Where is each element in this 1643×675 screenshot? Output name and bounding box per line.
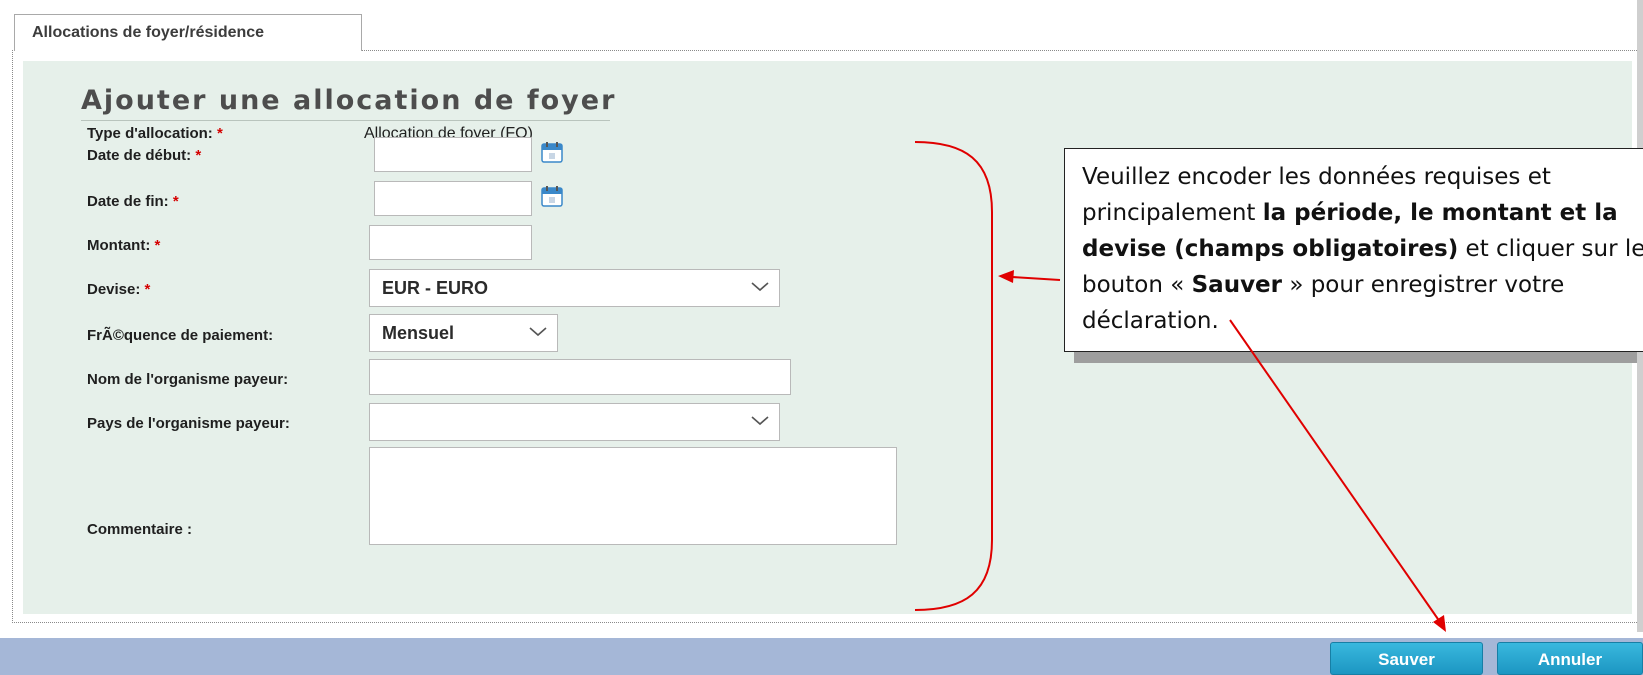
callout-line: Veuillez encoder les données requises et: [1082, 164, 1551, 190]
calendar-icon[interactable]: [541, 185, 563, 207]
montant-label: Montant: *: [87, 237, 161, 254]
tab-label: Allocations de foyer/résidence: [32, 24, 265, 41]
montant-field[interactable]: [369, 225, 532, 260]
organisme-nom-field[interactable]: [369, 359, 791, 395]
date-debut-label: Date de début: *: [87, 147, 202, 164]
organisme-pays-select[interactable]: [369, 403, 780, 441]
callout-line: principalement la période, le montant et…: [1082, 200, 1618, 226]
devise-select[interactable]: EUR - EURO: [369, 269, 780, 307]
commentaire-textarea[interactable]: [369, 447, 897, 545]
save-button[interactable]: Sauver: [1330, 642, 1483, 675]
page-title: Ajouter une allocation de foyer: [81, 85, 614, 121]
required-mark: *: [154, 237, 161, 254]
callout-line: déclaration.: [1082, 308, 1219, 334]
chevron-down-icon: [751, 282, 769, 292]
type-allocation-label: Type d'allocation: *: [87, 125, 223, 142]
chevron-down-icon: [751, 416, 769, 426]
chevron-down-icon: [529, 327, 547, 337]
callout-line: devise (champs obligatoires) et cliquer …: [1082, 236, 1643, 262]
devise-selected: EUR - EURO: [382, 278, 489, 298]
calendar-icon[interactable]: [541, 141, 563, 163]
required-mark: *: [216, 125, 223, 142]
tab-allocations-foyer[interactable]: Allocations de foyer/résidence: [14, 14, 362, 51]
devise-label: Devise: *: [87, 281, 151, 298]
instruction-callout: Veuillez encoder les données requises et…: [1064, 148, 1643, 352]
frequence-select[interactable]: Mensuel: [369, 314, 558, 352]
required-mark: *: [195, 147, 202, 164]
cancel-button[interactable]: Annuler: [1497, 642, 1643, 675]
date-fin-field[interactable]: [374, 181, 532, 216]
date-debut-field[interactable]: [374, 137, 532, 172]
frequence-selected: Mensuel: [382, 323, 455, 343]
required-mark: *: [172, 193, 179, 210]
commentaire-label: Commentaire :: [87, 521, 193, 538]
callout-line: bouton « Sauver » pour enregistrer votre: [1082, 272, 1565, 298]
frequence-label: FrÃ©quence de paiement:: [87, 327, 274, 344]
organisme-nom-label: Nom de l'organisme payeur:: [87, 371, 289, 388]
date-fin-label: Date de fin: *: [87, 193, 179, 210]
organisme-pays-label: Pays de l'organisme payeur:: [87, 415, 290, 432]
required-mark: *: [144, 281, 151, 298]
